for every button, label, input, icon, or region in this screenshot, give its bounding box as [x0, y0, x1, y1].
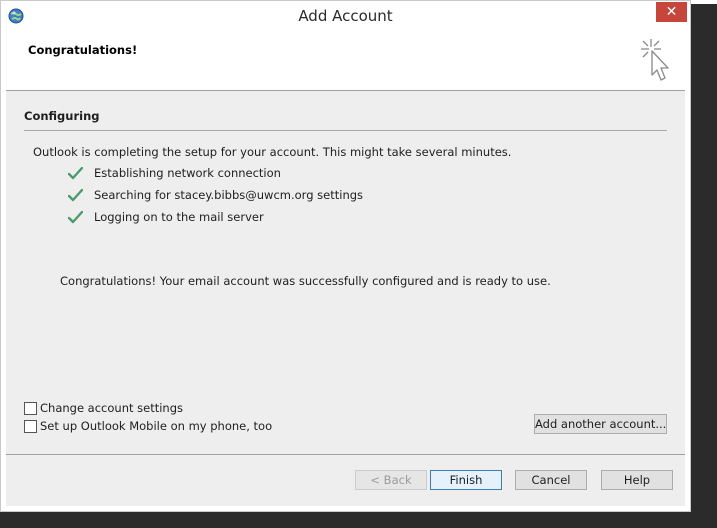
step-label: Searching for stacey.bibbs@uwcm.org sett…: [94, 188, 364, 202]
success-message: Congratulations! Your email account was …: [60, 274, 551, 288]
step-label: Logging on to the mail server: [94, 210, 264, 224]
add-account-dialog: Add Account ✕ Congratulations! Configuri: [0, 0, 691, 512]
checkbox-box[interactable]: [24, 402, 37, 415]
step-label: Establishing network connection: [94, 166, 281, 180]
window-frame-bottom: [1, 506, 690, 511]
finish-button[interactable]: Finish: [430, 470, 502, 490]
checkmark-icon: [67, 210, 84, 224]
close-icon: ✕: [665, 4, 678, 20]
checkbox-label[interactable]: Set up Outlook Mobile on my phone, too: [40, 419, 272, 433]
checkbox-label[interactable]: Change account settings: [40, 401, 183, 415]
wizard-header: Congratulations!: [6, 31, 685, 91]
window-frame-right: [685, 31, 690, 511]
cursor-sparkle-icon: [636, 37, 676, 89]
window-frame-left: [1, 31, 6, 511]
title-bar[interactable]: Add Account ✕: [1, 1, 690, 31]
section-title: Configuring: [24, 109, 100, 123]
checkbox-box[interactable]: [24, 420, 37, 433]
window-title: Add Account: [298, 7, 393, 25]
setup-intro-text: Outlook is completing the setup for your…: [33, 145, 512, 159]
header-title: Congratulations!: [28, 43, 138, 57]
close-button[interactable]: ✕: [656, 2, 687, 22]
add-another-account-button[interactable]: Add another account...: [534, 414, 667, 434]
cancel-button[interactable]: Cancel: [515, 470, 587, 490]
checkmark-icon: [67, 188, 84, 202]
section-divider: [24, 130, 667, 131]
help-button[interactable]: Help: [601, 470, 673, 490]
back-button[interactable]: < Back: [355, 470, 427, 490]
checkmark-icon: [67, 166, 84, 180]
footer-divider: [6, 454, 685, 455]
